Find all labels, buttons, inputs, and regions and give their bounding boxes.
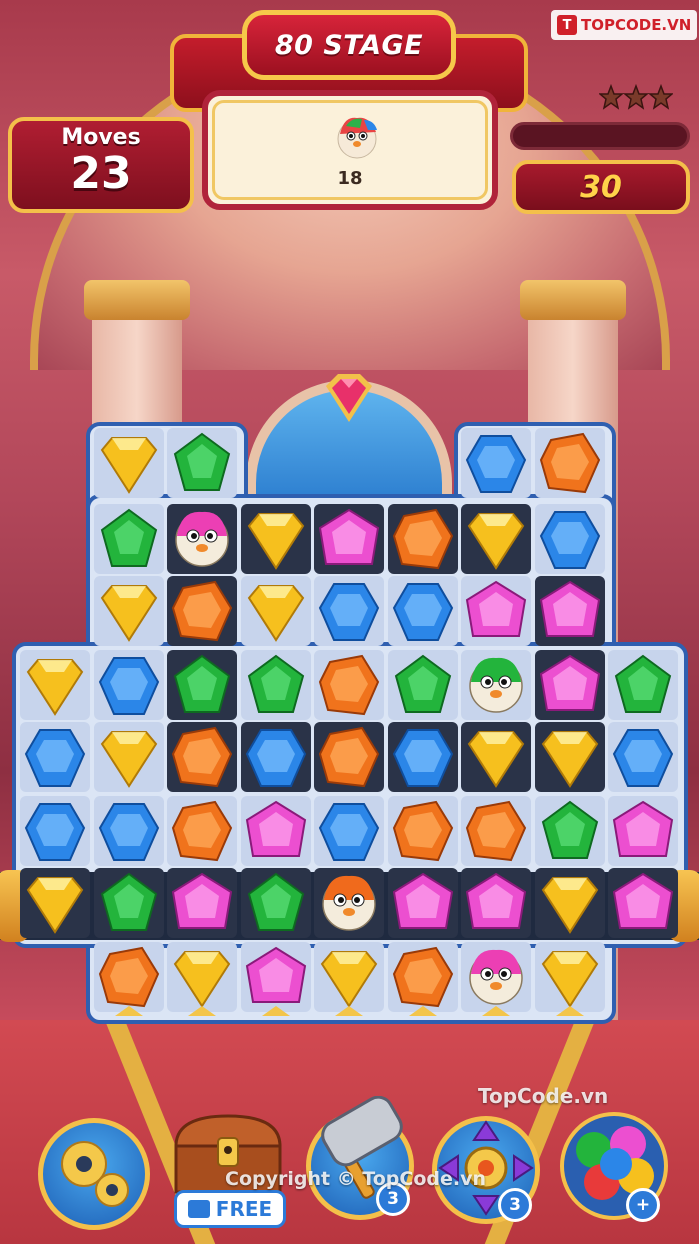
- green-gem-icon[interactable]: [241, 870, 311, 936]
- brand-logo: T TOPCODE.VN: [551, 10, 698, 40]
- drop-arrow-icon: [261, 1006, 290, 1016]
- watermark-top: TopCode.vn: [478, 1084, 609, 1108]
- moves-value: 23: [70, 148, 132, 199]
- pink-gem-icon[interactable]: [388, 870, 458, 936]
- brand-logo-text: TOPCODE.VN: [581, 16, 692, 34]
- clapperboard-icon: [187, 1200, 210, 1218]
- orange-gem-icon[interactable]: [535, 430, 605, 496]
- yellow-gem-icon[interactable]: [461, 724, 531, 790]
- pink-gem-icon[interactable]: [535, 578, 605, 644]
- stage-title: 80 STAGE: [274, 29, 424, 61]
- brand-logo-mark: T: [557, 15, 577, 35]
- yellow-gem-icon[interactable]: [94, 430, 164, 496]
- orange-gem-icon[interactable]: [388, 798, 458, 864]
- pink-gem-icon[interactable]: [608, 870, 678, 936]
- blue-gem-icon[interactable]: [461, 430, 531, 496]
- score-value: 30: [580, 169, 622, 205]
- pink-gem-icon[interactable]: [461, 578, 531, 644]
- game-scene: 80 STAGE 18 Moves 23 30 T TOPCODE.VN FRE…: [0, 0, 699, 1244]
- orange-gem-icon[interactable]: [388, 506, 458, 572]
- drop-arrow-icon: [482, 1006, 510, 1016]
- pink-gem-icon[interactable]: [241, 944, 311, 1010]
- yellow-gem-icon[interactable]: [461, 506, 531, 572]
- orange-gem-icon[interactable]: [388, 944, 458, 1010]
- moves-counter: Moves 23: [8, 117, 194, 213]
- green-gem-icon[interactable]: [94, 506, 164, 572]
- drop-arrow-icon: [408, 1006, 437, 1016]
- goal-count: 18: [337, 168, 363, 189]
- pink-gem-icon[interactable]: [241, 798, 311, 864]
- yellow-gem-icon[interactable]: [241, 578, 311, 644]
- blue-gem-icon[interactable]: [608, 724, 678, 790]
- yellow-gem-icon[interactable]: [94, 578, 164, 644]
- blue-gem-icon[interactable]: [241, 724, 311, 790]
- score-progress-bar: [510, 122, 690, 150]
- color-balls-add-badge: +: [626, 1188, 660, 1222]
- orange-gem-icon[interactable]: [167, 578, 237, 644]
- blue-gem-icon[interactable]: [20, 798, 90, 864]
- drop-arrow-icon: [555, 1006, 584, 1016]
- pufferfish-pink-icon[interactable]: [461, 944, 531, 1010]
- green-gem-icon[interactable]: [167, 430, 237, 496]
- free-tag-label: FREE: [215, 1197, 273, 1221]
- green-gem-icon[interactable]: [94, 870, 164, 936]
- green-gem-icon[interactable]: [535, 798, 605, 864]
- settings-button[interactable]: [38, 1118, 150, 1230]
- blue-gem-icon[interactable]: [535, 506, 605, 572]
- blue-gem-icon[interactable]: [388, 578, 458, 644]
- orange-gem-icon[interactable]: [314, 652, 384, 718]
- pink-gem-icon[interactable]: [461, 870, 531, 936]
- pink-gem-icon[interactable]: [608, 798, 678, 864]
- green-gem-icon[interactable]: [241, 652, 311, 718]
- yellow-gem-icon[interactable]: [535, 944, 605, 1010]
- blue-gem-icon[interactable]: [388, 724, 458, 790]
- yellow-gem-icon[interactable]: [314, 944, 384, 1010]
- drop-arrow-icon: [114, 1006, 143, 1016]
- pufferfish-orange-icon[interactable]: [314, 870, 384, 936]
- watermark-bottom: Copyright © TopCode.vn: [225, 1168, 487, 1190]
- gears-icon: [61, 1141, 129, 1207]
- moves-label: Moves: [61, 125, 141, 150]
- yellow-gem-icon[interactable]: [20, 652, 90, 718]
- yellow-gem-icon[interactable]: [20, 870, 90, 936]
- three-stars-icon: [599, 84, 673, 110]
- free-tag[interactable]: FREE: [174, 1190, 286, 1228]
- drop-arrow-icon: [335, 1006, 363, 1016]
- blue-gem-icon[interactable]: [20, 724, 90, 790]
- rainbow-pufferfish-icon: [337, 117, 377, 159]
- blue-gem-icon[interactable]: [94, 652, 164, 718]
- yellow-gem-icon[interactable]: [535, 724, 605, 790]
- blue-gem-icon[interactable]: [314, 798, 384, 864]
- orange-gem-icon[interactable]: [461, 798, 531, 864]
- green-gem-icon[interactable]: [167, 652, 237, 718]
- cross-blast-count-badge: 3: [498, 1188, 532, 1222]
- stage-plate: 80 STAGE: [242, 10, 456, 80]
- pufferfish-pink-icon[interactable]: [167, 506, 237, 572]
- goal-panel: 18: [202, 90, 498, 210]
- pink-gem-icon[interactable]: [167, 870, 237, 936]
- yellow-gem-icon[interactable]: [241, 506, 311, 572]
- yellow-gem-icon[interactable]: [94, 724, 164, 790]
- pink-gem-icon[interactable]: [314, 506, 384, 572]
- orange-gem-icon[interactable]: [94, 944, 164, 1010]
- yellow-gem-icon[interactable]: [535, 870, 605, 936]
- blue-gem-icon[interactable]: [94, 798, 164, 864]
- orange-gem-icon[interactable]: [167, 724, 237, 790]
- drop-arrow-icon: [188, 1006, 216, 1016]
- ruby-ornament-icon: [326, 374, 372, 422]
- orange-gem-icon[interactable]: [314, 724, 384, 790]
- orange-gem-icon[interactable]: [167, 798, 237, 864]
- green-gem-icon[interactable]: [388, 652, 458, 718]
- blue-gem-icon[interactable]: [314, 578, 384, 644]
- pink-gem-icon[interactable]: [535, 652, 605, 718]
- green-gem-icon[interactable]: [608, 652, 678, 718]
- hammer-booster-button[interactable]: 3: [306, 1096, 414, 1220]
- color-balls-booster-button[interactable]: +: [558, 1106, 670, 1224]
- score-box: 30: [512, 160, 690, 214]
- yellow-gem-icon[interactable]: [167, 944, 237, 1010]
- pufferfish-green-icon[interactable]: [461, 652, 531, 718]
